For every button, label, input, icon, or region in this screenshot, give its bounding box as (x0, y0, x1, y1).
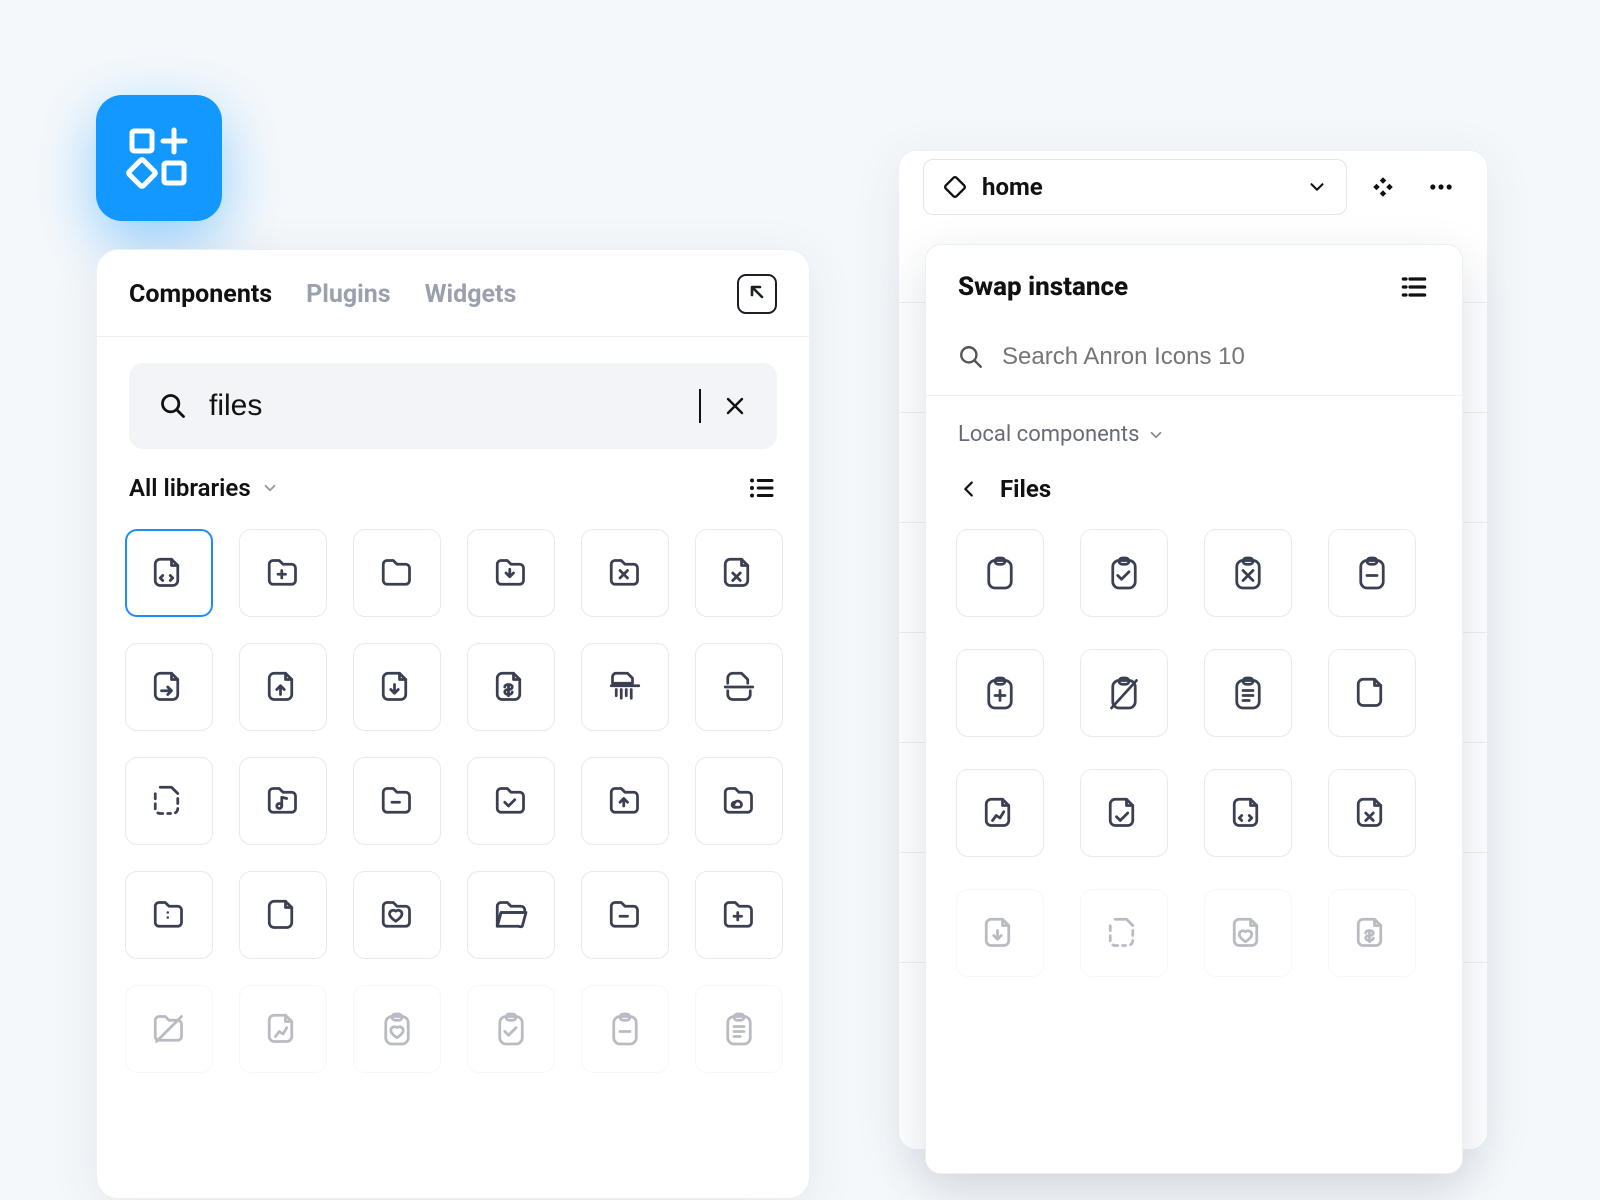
folder-add-icon[interactable] (695, 871, 783, 959)
popout-button[interactable] (737, 274, 777, 314)
file-split-icon[interactable] (695, 643, 783, 731)
file-check-icon[interactable] (1080, 769, 1168, 857)
clipboard-slash-icon[interactable] (1080, 649, 1168, 737)
folder-music-icon[interactable] (239, 757, 327, 845)
file-chart-icon[interactable] (239, 985, 327, 1073)
instance-selector[interactable]: home (923, 159, 1347, 215)
clipboard-check-icon[interactable] (1080, 529, 1168, 617)
tab-widgets[interactable]: Widgets (425, 280, 517, 309)
clipboard-minus-icon[interactable] (581, 985, 669, 1073)
search-icon (159, 392, 187, 420)
folder-x-icon[interactable] (581, 529, 669, 617)
file-code-icon[interactable] (1204, 769, 1292, 857)
folder-icon[interactable] (353, 529, 441, 617)
icon-grid (97, 511, 809, 1091)
text-caret (699, 389, 701, 423)
tab-components[interactable]: Components (129, 280, 272, 309)
clipboard-heart-icon[interactable] (353, 985, 441, 1073)
file-blank-icon[interactable] (239, 871, 327, 959)
chevron-down-icon (1147, 426, 1165, 444)
app-logo (96, 95, 222, 221)
clipboard-minus-icon[interactable] (1328, 529, 1416, 617)
instance-name: home (982, 173, 1043, 201)
search-input[interactable] (209, 389, 695, 423)
clipboard-plus-icon[interactable] (956, 649, 1044, 737)
file-chart-icon[interactable] (956, 769, 1044, 857)
file-dashed-icon[interactable] (125, 757, 213, 845)
folder-remove-icon[interactable] (581, 871, 669, 959)
file-download-icon[interactable] (353, 643, 441, 731)
list-view-toggle[interactable] (747, 473, 777, 503)
more-menu-icon[interactable] (1419, 165, 1463, 209)
clipboard-list-icon[interactable] (695, 985, 783, 1073)
swap-title: Swap instance (958, 272, 1128, 302)
folder-upload-icon[interactable] (581, 757, 669, 845)
file-download-icon[interactable] (956, 889, 1044, 977)
swap-search-input[interactable] (1002, 343, 1430, 371)
library-filter[interactable]: All libraries (129, 474, 251, 502)
file-code-icon[interactable] (125, 529, 213, 617)
folder-options-icon[interactable] (125, 871, 213, 959)
folder-cloud-icon[interactable] (695, 757, 783, 845)
clear-search-icon[interactable] (723, 394, 747, 418)
list-view-toggle[interactable] (1398, 271, 1430, 303)
file-upload-icon[interactable] (239, 643, 327, 731)
file-shred-icon[interactable] (581, 643, 669, 731)
breadcrumb-back[interactable]: Files (926, 455, 1462, 511)
folder-plus-icon[interactable] (239, 529, 327, 617)
clipboard-x-icon[interactable] (1204, 529, 1292, 617)
folder-download-icon[interactable] (467, 529, 555, 617)
swap-instance-panel: Swap instance Local components Files (925, 244, 1463, 1174)
chevron-left-icon (958, 478, 980, 500)
tab-plugins[interactable]: Plugins (306, 280, 391, 309)
file-dollar-icon[interactable] (467, 643, 555, 731)
swap-icon-grid (926, 511, 1462, 997)
clipboard-check-icon[interactable] (467, 985, 555, 1073)
diamond-icon (942, 174, 968, 200)
instance-header: home (899, 151, 1487, 223)
file-blank-icon[interactable] (1328, 649, 1416, 737)
file-arrow-right-icon[interactable] (125, 643, 213, 731)
file-x-icon[interactable] (695, 529, 783, 617)
folder-slash-icon[interactable] (125, 985, 213, 1073)
search-icon (958, 344, 984, 370)
file-x-icon[interactable] (1328, 769, 1416, 857)
search-bar (129, 363, 777, 449)
clipboard-icon[interactable] (956, 529, 1044, 617)
chevron-down-icon[interactable] (261, 479, 279, 497)
file-heart-icon[interactable] (1204, 889, 1292, 977)
library-dropdown[interactable]: Local components (926, 396, 1462, 455)
folder-check-icon[interactable] (467, 757, 555, 845)
tabs-row: Components Plugins Widgets (97, 250, 809, 337)
chevron-down-icon (1306, 176, 1328, 198)
clipboard-list-icon[interactable] (1204, 649, 1292, 737)
folder-heart-icon[interactable] (353, 871, 441, 959)
file-dashed-icon[interactable] (1080, 889, 1168, 977)
component-set-icon[interactable] (1361, 165, 1405, 209)
file-dollar-icon[interactable] (1328, 889, 1416, 977)
folder-minus-icon[interactable] (353, 757, 441, 845)
folder-open-icon[interactable] (467, 871, 555, 959)
components-panel: Components Plugins Widgets All libraries (96, 249, 810, 1199)
